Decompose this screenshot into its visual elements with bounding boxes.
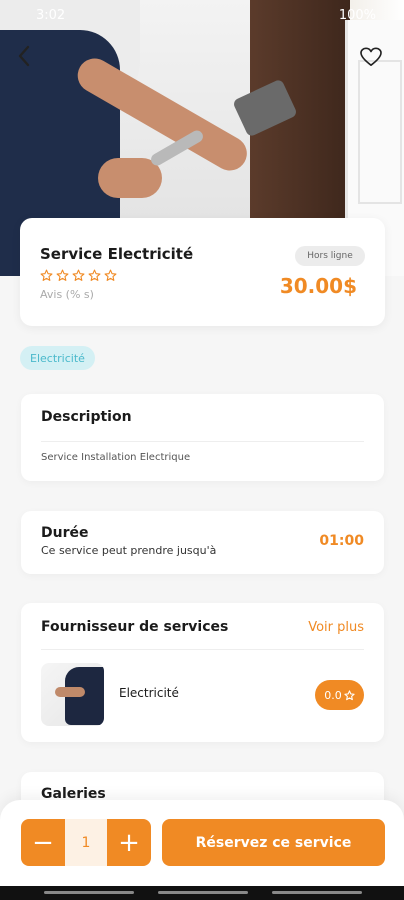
description-text: Service Installation Electrique	[41, 452, 191, 463]
duration-card: Durée Ce service peut prendre jusqu'à 01…	[21, 511, 384, 574]
duration-subtitle: Ce service peut prendre jusqu'à	[41, 544, 217, 557]
provider-photo[interactable]	[41, 663, 104, 726]
star-icon	[56, 269, 69, 281]
status-bar: 3:02 100%	[0, 8, 404, 26]
quantity-value: 1	[65, 819, 107, 866]
nav-back-indicator[interactable]	[272, 891, 362, 894]
heart-icon	[360, 47, 382, 66]
service-title: Service Electricité	[40, 245, 194, 263]
duration-value: 01:00	[319, 533, 364, 549]
star-icon	[40, 269, 53, 281]
provider-card: Fournisseur de services Voir plus Electr…	[21, 603, 384, 742]
system-navigation-bar	[0, 886, 404, 900]
service-summary-card: Service Electricité Avis (% s) Hors lign…	[20, 218, 385, 326]
booking-bar: − 1 + Réservez ce service	[0, 800, 404, 886]
duration-title: Durée	[41, 525, 89, 541]
category-chip[interactable]: Electricité	[20, 346, 95, 370]
chevron-left-icon	[18, 45, 30, 67]
rating-stars	[40, 269, 117, 282]
provider-rating-badge: 0.0	[315, 680, 364, 710]
status-time: 3:02	[36, 8, 66, 23]
service-price: 30.00$	[279, 274, 357, 298]
star-icon	[344, 689, 355, 700]
star-icon	[72, 269, 85, 281]
nav-home-indicator[interactable]	[158, 891, 248, 894]
provider-title: Fournisseur de services	[41, 619, 229, 635]
description-card: Description Service Installation Electri…	[21, 394, 384, 481]
book-service-button[interactable]: Réservez ce service	[162, 819, 385, 866]
divider	[41, 441, 364, 442]
provider-photo-arm	[55, 687, 85, 697]
star-icon	[88, 269, 101, 281]
status-badge: Hors ligne	[295, 246, 365, 266]
description-title: Description	[41, 409, 132, 425]
quantity-stepper: − 1 +	[21, 819, 151, 866]
status-battery: 100%	[338, 8, 376, 23]
nav-recent-indicator[interactable]	[44, 891, 134, 894]
increase-quantity-button[interactable]: +	[107, 819, 151, 866]
star-icon	[104, 269, 117, 281]
decrease-quantity-button[interactable]: −	[21, 819, 65, 866]
divider	[41, 649, 364, 650]
back-button[interactable]	[12, 42, 36, 70]
favorite-button[interactable]	[356, 43, 386, 71]
provider-rating-value: 0.0	[324, 688, 342, 702]
reviews-count: Avis (% s)	[40, 288, 94, 301]
see-more-link[interactable]: Voir plus	[308, 620, 364, 635]
provider-name[interactable]: Electricité	[119, 686, 179, 700]
